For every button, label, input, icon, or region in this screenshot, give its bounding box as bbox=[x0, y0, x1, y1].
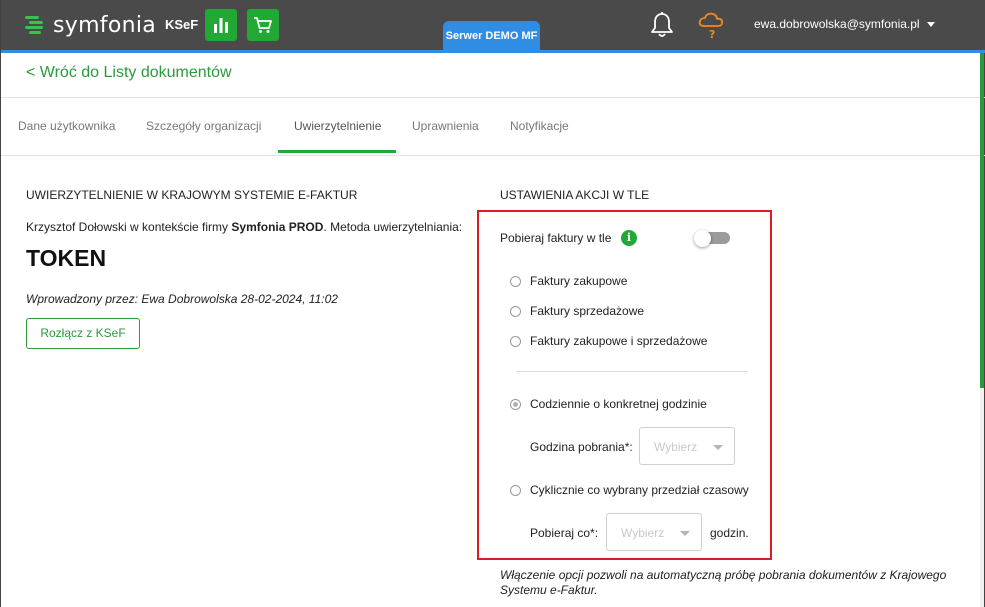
radio-button[interactable] bbox=[510, 398, 521, 410]
bar-chart-icon bbox=[214, 18, 228, 33]
interval-select-placeholder: Wybierz bbox=[621, 526, 665, 540]
radio-sales-invoices[interactable]: Faktury sprzedażowe bbox=[510, 304, 644, 318]
shop-button[interactable] bbox=[247, 9, 279, 41]
tab-permissions[interactable]: Uprawnienia bbox=[412, 119, 479, 133]
hour-select-placeholder: Wybierz bbox=[654, 440, 698, 454]
active-tab-indicator bbox=[278, 150, 396, 153]
entered-by: Wprowadzony przez: Ewa Dobrowolska 28-02… bbox=[26, 292, 338, 306]
logo-icon bbox=[25, 14, 45, 36]
cloud-question-icon: ? bbox=[698, 12, 724, 41]
auth-method: TOKEN bbox=[26, 245, 107, 271]
radio-purchase-invoices[interactable]: Faktury zakupowe bbox=[510, 274, 627, 288]
divider bbox=[516, 371, 748, 372]
auth-desc-prefix: Krzysztof Dołowski w kontekście firmy bbox=[26, 220, 232, 234]
radio-label: Codziennie o konkretnej godzinie bbox=[530, 397, 707, 411]
radio-label: Cyklicznie co wybrany przedział czasowy bbox=[530, 483, 749, 497]
toggle-knob bbox=[694, 230, 711, 247]
background-section-title: USTAWIENIA AKCJI W TLE bbox=[500, 188, 650, 202]
auth-company: Symfonia PROD bbox=[231, 220, 324, 234]
logo-text: symfonia bbox=[53, 12, 157, 38]
radio-purchase-and-sales-invoices[interactable]: Faktury zakupowe i sprzedażowe bbox=[510, 334, 707, 348]
back-to-documents-link[interactable]: < Wróć do Listy dokumentów bbox=[26, 64, 232, 82]
auth-section-title: UWIERZYTELNIENIE W KRAJOWYM SYSTEMIE E-F… bbox=[26, 188, 358, 202]
auth-description: Krzysztof Dołowski w kontekście firmy Sy… bbox=[26, 220, 462, 234]
settings-tabs: Dane użytkownika Szczegóły organizacji U… bbox=[1, 98, 985, 155]
notifications-button[interactable] bbox=[649, 11, 675, 44]
symfonia-logo[interactable]: symfonia bbox=[25, 12, 165, 38]
radio-button[interactable] bbox=[510, 305, 521, 317]
fetch-background-toggle[interactable] bbox=[694, 230, 730, 247]
hour-field-label: Godzina pobrania*: bbox=[530, 440, 633, 454]
radio-daily-at-hour[interactable]: Codziennie o konkretnej godzinie bbox=[510, 397, 707, 411]
divider bbox=[1, 155, 985, 156]
radio-label: Faktury sprzedażowe bbox=[530, 304, 645, 318]
radio-button[interactable] bbox=[510, 275, 521, 287]
info-icon[interactable]: i bbox=[621, 230, 637, 246]
svg-text:?: ? bbox=[709, 28, 715, 40]
user-email: ewa.dobrowolska@symfonia.pl bbox=[754, 17, 920, 31]
disconnect-ksef-button[interactable]: Rozłącz z KSeF bbox=[26, 318, 140, 349]
chevron-down-icon bbox=[680, 531, 690, 536]
analytics-button[interactable] bbox=[205, 9, 237, 41]
user-menu[interactable]: ewa.dobrowolska@symfonia.pl bbox=[754, 17, 935, 31]
server-tab: Serwer DEMO MF bbox=[443, 21, 540, 50]
tab-user-data[interactable]: Dane użytkownika bbox=[18, 119, 115, 133]
tab-organization-details[interactable]: Szczegóły organizacji bbox=[146, 119, 261, 133]
connection-status-button[interactable]: ? bbox=[696, 10, 726, 45]
interval-select[interactable]: Wybierz bbox=[606, 513, 702, 551]
background-fetch-note: Włączenie opcji pozwoli na automatyczną … bbox=[500, 568, 947, 597]
radio-label: Faktury zakupowe i sprzedażowe bbox=[530, 334, 708, 348]
radio-button[interactable] bbox=[510, 484, 521, 496]
app-window: symfonia KSeF Serwer DEMO MF ? ewa.dobro… bbox=[0, 0, 985, 607]
highlight-box bbox=[477, 210, 772, 560]
radio-label: Faktury zakupowe bbox=[530, 274, 628, 288]
top-bar: symfonia KSeF Serwer DEMO MF ? ewa.dobro… bbox=[1, 0, 985, 50]
cart-icon bbox=[254, 17, 272, 33]
fetch-background-label: Pobieraj faktury w tle bbox=[500, 231, 612, 245]
chevron-down-icon bbox=[713, 445, 723, 450]
bell-icon bbox=[651, 12, 673, 37]
interval-unit: godzin. bbox=[710, 526, 749, 540]
chevron-down-icon bbox=[926, 21, 935, 27]
app-label: KSeF bbox=[165, 17, 199, 32]
interval-field-label: Pobieraj co*: bbox=[530, 526, 599, 540]
scrollbar-thumb[interactable] bbox=[980, 53, 984, 388]
tab-notifications[interactable]: Notyfikacje bbox=[510, 119, 569, 133]
auth-desc-suffix: . Metoda uwierzytelniania: bbox=[323, 220, 463, 234]
header-accent-line bbox=[1, 50, 985, 53]
hour-select[interactable]: Wybierz bbox=[639, 427, 735, 465]
radio-button[interactable] bbox=[510, 335, 521, 347]
radio-cyclic-interval[interactable]: Cyklicznie co wybrany przedział czasowy bbox=[510, 483, 749, 497]
tab-authentication[interactable]: Uwierzytelnienie bbox=[294, 119, 381, 133]
